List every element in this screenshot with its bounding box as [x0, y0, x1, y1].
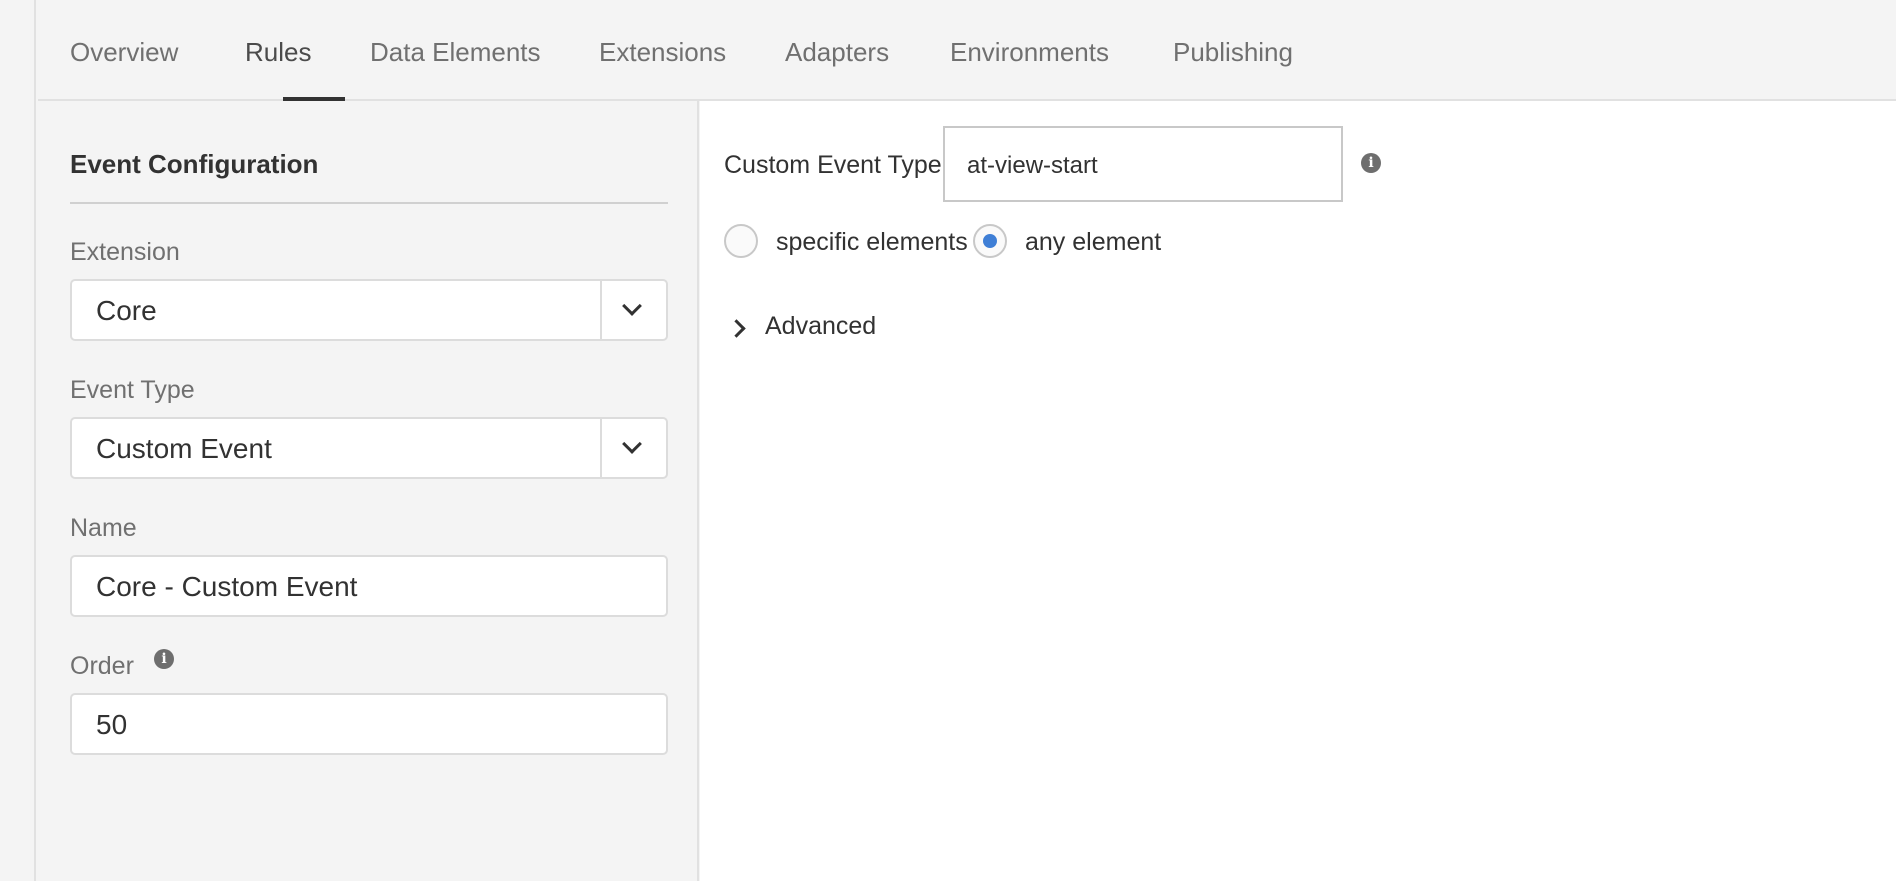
event-type-select-value: Custom Event: [96, 433, 272, 464]
name-field[interactable]: Core - Custom Event: [70, 555, 668, 617]
section-title: Event Configuration: [70, 149, 319, 179]
custom-event-type-value: at-view-start: [967, 152, 1098, 179]
chevron-right-icon[interactable]: [727, 319, 746, 338]
left-gutter: [0, 0, 36, 881]
event-type-label: Event Type: [70, 376, 195, 404]
info-icon[interactable]: i: [154, 649, 174, 669]
custom-event-type-input[interactable]: at-view-start: [943, 126, 1343, 202]
tab-environments[interactable]: Environments: [950, 37, 1109, 68]
section-divider: [70, 202, 668, 204]
tab-extensions[interactable]: Extensions: [599, 37, 726, 68]
specific-elements-label[interactable]: specific elements: [776, 228, 968, 257]
event-type-dropdown-button[interactable]: [600, 419, 666, 477]
order-field[interactable]: 50: [70, 693, 668, 755]
extension-label: Extension: [70, 238, 180, 266]
app-window: Overview Rules Data Elements Extensions …: [0, 0, 1896, 881]
tab-publishing[interactable]: Publishing: [1173, 37, 1293, 68]
tab-adapters[interactable]: Adapters: [785, 37, 889, 68]
chevron-down-icon: [622, 296, 642, 316]
tab-bar: Overview Rules Data Elements Extensions …: [38, 0, 1896, 101]
name-field-value: Core - Custom Event: [96, 571, 358, 602]
event-configuration-panel: Event Configuration Extension Core Event…: [38, 101, 699, 881]
specific-elements-radio[interactable]: [724, 224, 758, 258]
extension-select-value: Core: [96, 295, 157, 326]
any-element-radio[interactable]: [973, 224, 1007, 258]
advanced-toggle[interactable]: Advanced: [765, 312, 876, 341]
order-label: Order: [70, 652, 134, 680]
order-field-value: 50: [96, 709, 128, 740]
event-settings-panel: Custom Event Type at-view-start i specif…: [700, 101, 1896, 881]
event-type-select[interactable]: Custom Event: [70, 417, 668, 479]
tab-overview[interactable]: Overview: [70, 37, 178, 68]
tab-data-elements[interactable]: Data Elements: [370, 37, 541, 68]
extension-dropdown-button[interactable]: [600, 281, 666, 339]
name-label: Name: [70, 514, 137, 542]
extension-select[interactable]: Core: [70, 279, 668, 341]
info-icon[interactable]: i: [1361, 153, 1381, 173]
any-element-label[interactable]: any element: [1025, 228, 1161, 257]
custom-event-type-label: Custom Event Type: [724, 151, 942, 179]
chevron-down-icon: [622, 434, 642, 454]
tab-rules[interactable]: Rules: [245, 37, 311, 68]
